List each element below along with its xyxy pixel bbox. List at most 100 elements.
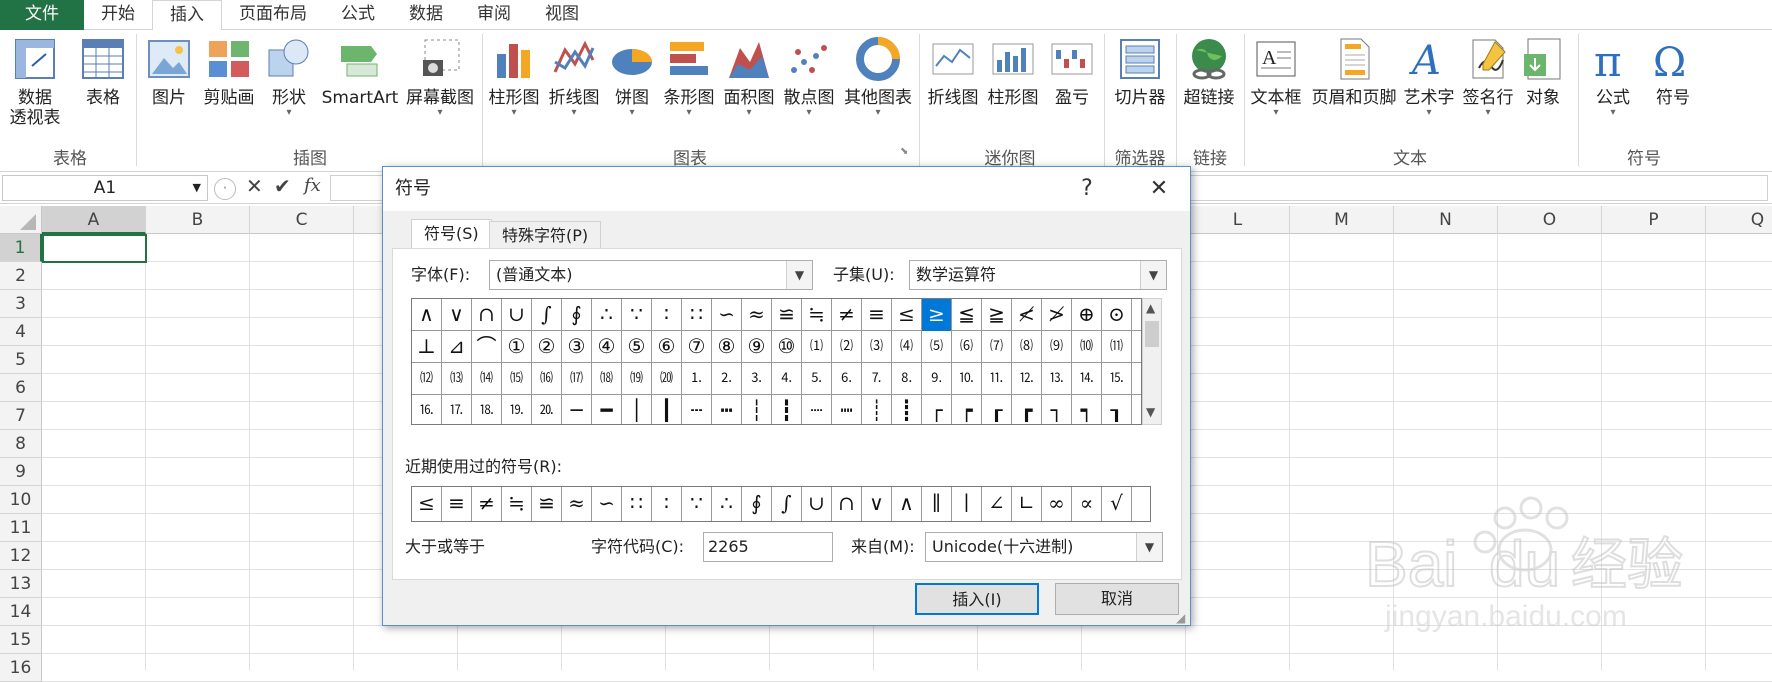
symbol-cell[interactable]: ┒ (1102, 395, 1132, 424)
row-header[interactable]: 4 (0, 318, 42, 346)
symbol-cell[interactable]: ━ (592, 395, 622, 424)
symbol-cell[interactable]: ⑸ (922, 331, 952, 363)
recent-symbol-cell[interactable]: ≤ (412, 487, 442, 521)
symbol-cell[interactable]: ⑧ (712, 331, 742, 363)
symbol-cell[interactable]: ∶ (652, 299, 682, 331)
symbol-cell[interactable]: ② (532, 331, 562, 363)
symbol-cell[interactable]: ⒋ (772, 363, 802, 395)
symbol-cell[interactable]: ⑽ (1072, 331, 1102, 363)
chevron-down-icon[interactable]: ▼ (193, 176, 201, 200)
symbol-cell[interactable]: ⒉ (712, 363, 742, 395)
recent-symbol-cell[interactable]: ∝ (1072, 487, 1102, 521)
symbol-cell[interactable]: ∫ (532, 299, 562, 331)
confirm-entry-icon[interactable]: ✔ (274, 174, 291, 198)
symbol-cell[interactable]: ≧ (982, 299, 1012, 331)
smartart-button[interactable]: SmartArt (318, 34, 402, 108)
subset-select[interactable]: 数学运算符 ▼ (909, 260, 1167, 290)
symbol-cell[interactable]: ⑿ (412, 363, 442, 395)
menu-data[interactable]: 数据 (392, 0, 460, 30)
object-button[interactable]: 对象 (1518, 34, 1568, 108)
menu-insert[interactable]: 插入 (152, 0, 222, 31)
symbol-cell[interactable]: ∽ (712, 299, 742, 331)
recent-symbol-cell[interactable]: ∴ (712, 487, 742, 521)
row-header[interactable]: 6 (0, 374, 42, 402)
symbol-cell[interactable]: ⒊ (742, 363, 772, 395)
sparkline-column-button[interactable]: 柱形图 (984, 34, 1042, 108)
recent-symbol-cell[interactable]: ∣ (952, 487, 982, 521)
symbol-cell[interactable]: ⒛ (532, 395, 562, 424)
recent-symbol-cell[interactable]: ∷ (622, 487, 652, 521)
select-all-corner[interactable] (0, 206, 42, 234)
symbol-cell[interactable]: ⌒ (472, 331, 502, 363)
symbol-cell[interactable]: ⑦ (682, 331, 712, 363)
column-header[interactable]: A (42, 206, 146, 234)
symbol-cell[interactable]: ⑥ (652, 331, 682, 363)
symbol-cell[interactable]: ⒗ (412, 395, 442, 424)
symbol-cell[interactable]: ⒇ (652, 363, 682, 395)
symbol-cell[interactable]: ⒂ (502, 363, 532, 395)
recent-symbol-cell[interactable]: ∵ (682, 487, 712, 521)
symbol-cell[interactable]: ⒖ (1102, 363, 1132, 395)
symbol-cell[interactable]: ⑨ (742, 331, 772, 363)
picture-button[interactable]: 图片 (144, 34, 194, 108)
symbol-cell[interactable]: ⒐ (922, 363, 952, 395)
menu-formulas[interactable]: 公式 (324, 0, 392, 30)
tab-symbols[interactable]: 符号(S) (411, 219, 492, 250)
from-select[interactable]: Unicode(十六进制) ▼ (925, 532, 1163, 562)
column-header[interactable]: O (1498, 206, 1602, 234)
recent-symbol-cell[interactable]: √ (1102, 487, 1132, 521)
symbol-cell[interactable]: ≯ (1042, 299, 1072, 331)
symbol-cell[interactable]: ∷ (682, 299, 712, 331)
symbol-cell[interactable]: ⒅ (592, 363, 622, 395)
recent-symbol-cell[interactable]: ∫ (772, 487, 802, 521)
insert-button[interactable]: 插入(I) (915, 583, 1039, 615)
cancel-entry-icon[interactable]: ✕ (246, 174, 263, 198)
active-cell[interactable] (42, 234, 147, 263)
symbol-cell[interactable]: ⒑ (952, 363, 982, 395)
row-header[interactable]: 15 (0, 626, 42, 654)
row-header[interactable]: 13 (0, 570, 42, 598)
menu-page-layout[interactable]: 页面布局 (222, 0, 324, 30)
symbol-cell[interactable]: ⒕ (1072, 363, 1102, 395)
menu-home[interactable]: 开始 (84, 0, 152, 30)
row-header[interactable]: 5 (0, 346, 42, 374)
recent-symbol-cell[interactable]: ∶ (652, 487, 682, 521)
symbol-cell[interactable]: ∧ (412, 299, 442, 331)
char-code-input[interactable]: 2265 (703, 532, 833, 562)
pivot-table-button[interactable]: 数据 透视表 (4, 34, 66, 128)
menu-file[interactable]: 文件 (0, 0, 84, 30)
column-header[interactable]: N (1394, 206, 1498, 234)
symbol-cell[interactable]: ∩ (472, 299, 502, 331)
recent-symbol-cell[interactable]: ∥ (922, 487, 952, 521)
symbol-cell[interactable]: ⒚ (502, 395, 532, 424)
symbol-cell[interactable]: ┋ (892, 395, 922, 424)
header-footer-button[interactable]: 页眉和页脚 (1308, 34, 1400, 108)
insert-function-icon[interactable]: fx (304, 175, 321, 196)
symbol-cell[interactable]: ≮ (1012, 299, 1042, 331)
symbol-cell[interactable]: ⒏ (892, 363, 922, 395)
symbol-cell[interactable]: ⒒ (982, 363, 1012, 395)
row-header[interactable]: 7 (0, 402, 42, 430)
symbol-cell[interactable]: ─ (562, 395, 592, 424)
symbol-cell[interactable]: ⑤ (622, 331, 652, 363)
symbol-cell[interactable]: ≦ (952, 299, 982, 331)
row-header[interactable]: 10 (0, 486, 42, 514)
symbol-cell[interactable]: ⊕ (1072, 299, 1102, 331)
symbol-cell[interactable]: ⒌ (802, 363, 832, 395)
recent-symbol-cell[interactable]: ∟ (1012, 487, 1042, 521)
symbol-cell[interactable]: ⑼ (1042, 331, 1072, 363)
scatter-chart-button[interactable]: 散点图 ▾ (780, 34, 838, 118)
symbol-cell[interactable]: ≒ (802, 299, 832, 331)
recent-symbol-cell[interactable]: ∨ (862, 487, 892, 521)
chevron-up-icon[interactable]: ▲ (1146, 301, 1155, 315)
row-header[interactable]: 14 (0, 598, 42, 626)
other-charts-button[interactable]: 其他图表 ▾ (840, 34, 916, 118)
symbol-cell[interactable]: ⒎ (862, 363, 892, 395)
textbox-button[interactable]: A 文本框 ▾ (1246, 34, 1306, 118)
slicer-button[interactable]: 切片器 (1108, 34, 1172, 108)
recent-symbol-cell[interactable]: ∩ (832, 487, 862, 521)
column-header[interactable]: Q (1706, 206, 1772, 234)
table-button[interactable]: 表格 (78, 34, 128, 108)
pie-chart-button[interactable]: 饼图 ▾ (606, 34, 658, 118)
symbol-cell[interactable]: ┃ (652, 395, 682, 424)
